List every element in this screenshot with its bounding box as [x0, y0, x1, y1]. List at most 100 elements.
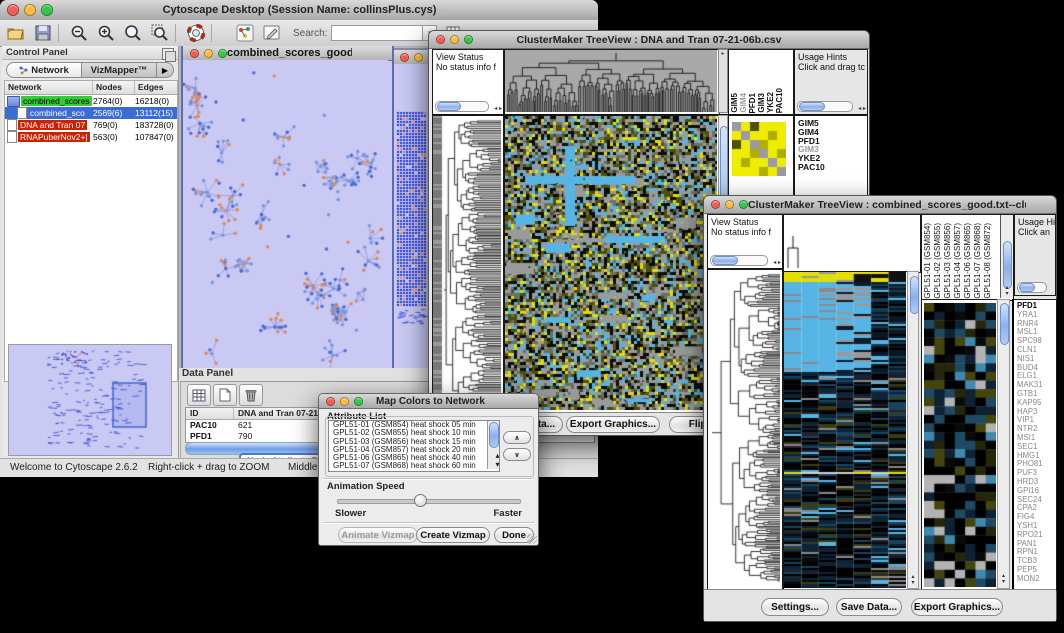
zoom-in-icon[interactable]: [95, 23, 117, 43]
zoom-button[interactable]: [354, 397, 363, 406]
network-table-row[interactable]: DNA and Tran 07 769(0) 183728(0): [5, 119, 177, 131]
minimize-button[interactable]: [24, 4, 36, 16]
column-label[interactable]: GPL51-06 (GSM865): [963, 223, 973, 299]
search-input[interactable]: [331, 25, 423, 41]
tv2-top-dendrogram-space[interactable]: [783, 214, 921, 273]
column-label[interactable]: GIM4: [739, 93, 748, 113]
cv-tv1-matrix[interactable]: [732, 122, 786, 176]
frame-close-button[interactable]: [190, 49, 199, 58]
new-attribute-icon[interactable]: [213, 384, 237, 406]
move-down-button[interactable]: ∨: [503, 448, 531, 461]
column-label[interactable]: PAC10: [775, 88, 784, 113]
minimize-button[interactable]: [725, 200, 734, 209]
speed-slider-track[interactable]: [337, 499, 521, 504]
zoom-button[interactable]: [739, 200, 748, 209]
minimize-button[interactable]: [340, 397, 349, 406]
close-button[interactable]: [326, 397, 335, 406]
network-nodes-icon[interactable]: [234, 23, 256, 43]
scroll-arrows[interactable]: ◂ ▸: [858, 105, 866, 112]
tab-overflow-button[interactable]: ▶: [157, 62, 174, 78]
treeview2-titlebar[interactable]: ClusterMaker TreeView : combined_scores_…: [704, 196, 1056, 214]
dialog-button[interactable]: Animate Vizmap: [338, 527, 418, 543]
gene-label[interactable]: PAC10: [798, 163, 867, 172]
attribute-list-vscrollbar[interactable]: ▴▾: [487, 421, 499, 469]
select-attributes-icon[interactable]: [187, 384, 211, 406]
cv-tv2-rowdendro[interactable]: [708, 270, 780, 588]
tv1-hints-hscrollbar[interactable]: [797, 101, 853, 112]
column-label[interactable]: YKE2: [766, 92, 775, 113]
tv2-status-hscrollbar[interactable]: [710, 255, 768, 266]
treeview-button[interactable]: Export Graphics...: [911, 598, 1003, 616]
annotation-icon[interactable]: [261, 23, 283, 43]
column-label[interactable]: GPL51-08 (GSM872): [983, 223, 993, 299]
column-label[interactable]: GPL51-02 (GSM855): [933, 223, 943, 299]
gene-label[interactable]: MON2: [1017, 575, 1056, 584]
zoom-button[interactable]: [464, 35, 473, 44]
cv-network1[interactable]: [183, 60, 388, 368]
tv2-row-dendrogram[interactable]: [707, 269, 783, 591]
network-table-header[interactable]: Network Nodes Edges: [5, 81, 177, 95]
move-up-button[interactable]: ∧: [503, 431, 531, 444]
scroll-arrows[interactable]: ◂ ▸: [773, 259, 781, 266]
column-label[interactable]: GPL51-07 (GSM868): [973, 223, 983, 299]
minimize-button[interactable]: [450, 35, 459, 44]
window-controls[interactable]: [0, 4, 53, 16]
network-frame-1[interactable]: combined_scores_good.txt--cluste...: [181, 46, 394, 368]
network-table-row[interactable]: RNAPuberNov2+| 563(0) 107847(0): [5, 131, 177, 143]
tv1-column-dendrogram[interactable]: [504, 49, 720, 115]
tv1-main-heatmap[interactable]: [504, 115, 720, 413]
speed-slider-thumb[interactable]: [414, 494, 427, 507]
tv2-labels-vscrollbar[interactable]: ▴▾: [1000, 215, 1013, 298]
attribute-item[interactable]: GPL51-07 (GSM868) heat shock 60 min: [331, 462, 499, 470]
cv-tv2-topdendro[interactable]: [784, 215, 918, 270]
column-label[interactable]: GIM3: [757, 93, 766, 113]
cv-tv2-heat[interactable]: [784, 272, 906, 588]
cv-tv1-coldendro[interactable]: [505, 50, 717, 112]
tv2-heatmap-vscrollbar[interactable]: ▴▾: [907, 271, 919, 589]
tv2-zoom-vscrollbar[interactable]: ▴▾: [997, 299, 1010, 589]
column-label[interactable]: PFD1: [748, 93, 757, 113]
dialog-button[interactable]: Create Vizmap: [416, 527, 490, 543]
network-table-row[interactable]: combined_scores 2764(0) 16218(0): [5, 95, 177, 107]
float-panel-icon[interactable]: [162, 48, 174, 60]
treeview-button[interactable]: Save Data...: [836, 598, 902, 616]
delete-attribute-trash-icon[interactable]: [239, 384, 263, 406]
treeview-button[interactable]: Settings...: [761, 598, 829, 616]
tv1-top-scroll-strip[interactable]: ▸: [718, 49, 728, 113]
tv2-main-heatmap[interactable]: [783, 271, 909, 591]
resize-grip[interactable]: [527, 534, 537, 544]
close-button[interactable]: [711, 200, 720, 209]
save-icon[interactable]: [32, 23, 54, 43]
zoom-button[interactable]: [41, 4, 53, 16]
scroll-arrows[interactable]: ◂ ▸: [494, 105, 502, 112]
network-table-row[interactable]: combined_sco 2569(6) 13112(15): [5, 107, 177, 119]
frame-window-controls[interactable]: [183, 49, 227, 58]
zoom-fit-icon[interactable]: [122, 23, 144, 43]
treeview1-titlebar[interactable]: ClusterMaker TreeView : DNA and Tran 07-…: [429, 31, 869, 49]
treeview-button[interactable]: Export Graphics...: [566, 416, 660, 433]
tab-vizmapper[interactable]: VizMapper™: [82, 62, 157, 78]
zoom-out-icon[interactable]: [68, 23, 90, 43]
birdseye-view[interactable]: [8, 344, 172, 456]
cv-birdseye[interactable]: [9, 345, 169, 453]
attribute-list[interactable]: GPL51-01 (GSM854) heat shock 05 minGPL51…: [328, 420, 500, 472]
column-label[interactable]: GPL51-04 (GSM857): [953, 223, 963, 299]
frame-minimize-button[interactable]: [204, 49, 213, 58]
dialog-titlebar[interactable]: Map Colors to Network: [319, 394, 538, 409]
tv1-status-hscrollbar[interactable]: [435, 101, 489, 112]
frame-zoom-button[interactable]: [218, 49, 227, 58]
zoom-selected-icon[interactable]: [149, 23, 171, 43]
main-titlebar[interactable]: Cytoscape Desktop (Session Name: collins…: [0, 0, 598, 21]
tv2-zoom-heatmap[interactable]: [921, 299, 999, 591]
help-lifebuoy-icon[interactable]: [185, 23, 207, 43]
cv-tv1-rowdendro[interactable]: [433, 116, 501, 410]
column-label[interactable]: GIM5: [730, 93, 739, 113]
close-button[interactable]: [7, 4, 19, 16]
tv2-hints-hscrollbar[interactable]: [1017, 282, 1047, 293]
close-button[interactable]: [436, 35, 445, 44]
cv-tv2-zoom[interactable]: [924, 303, 996, 587]
cv-tv1-heat[interactable]: [505, 116, 717, 410]
tab-network[interactable]: Network: [6, 62, 82, 78]
open-file-icon[interactable]: [5, 23, 27, 43]
tv1-row-dendrogram[interactable]: [432, 115, 504, 413]
